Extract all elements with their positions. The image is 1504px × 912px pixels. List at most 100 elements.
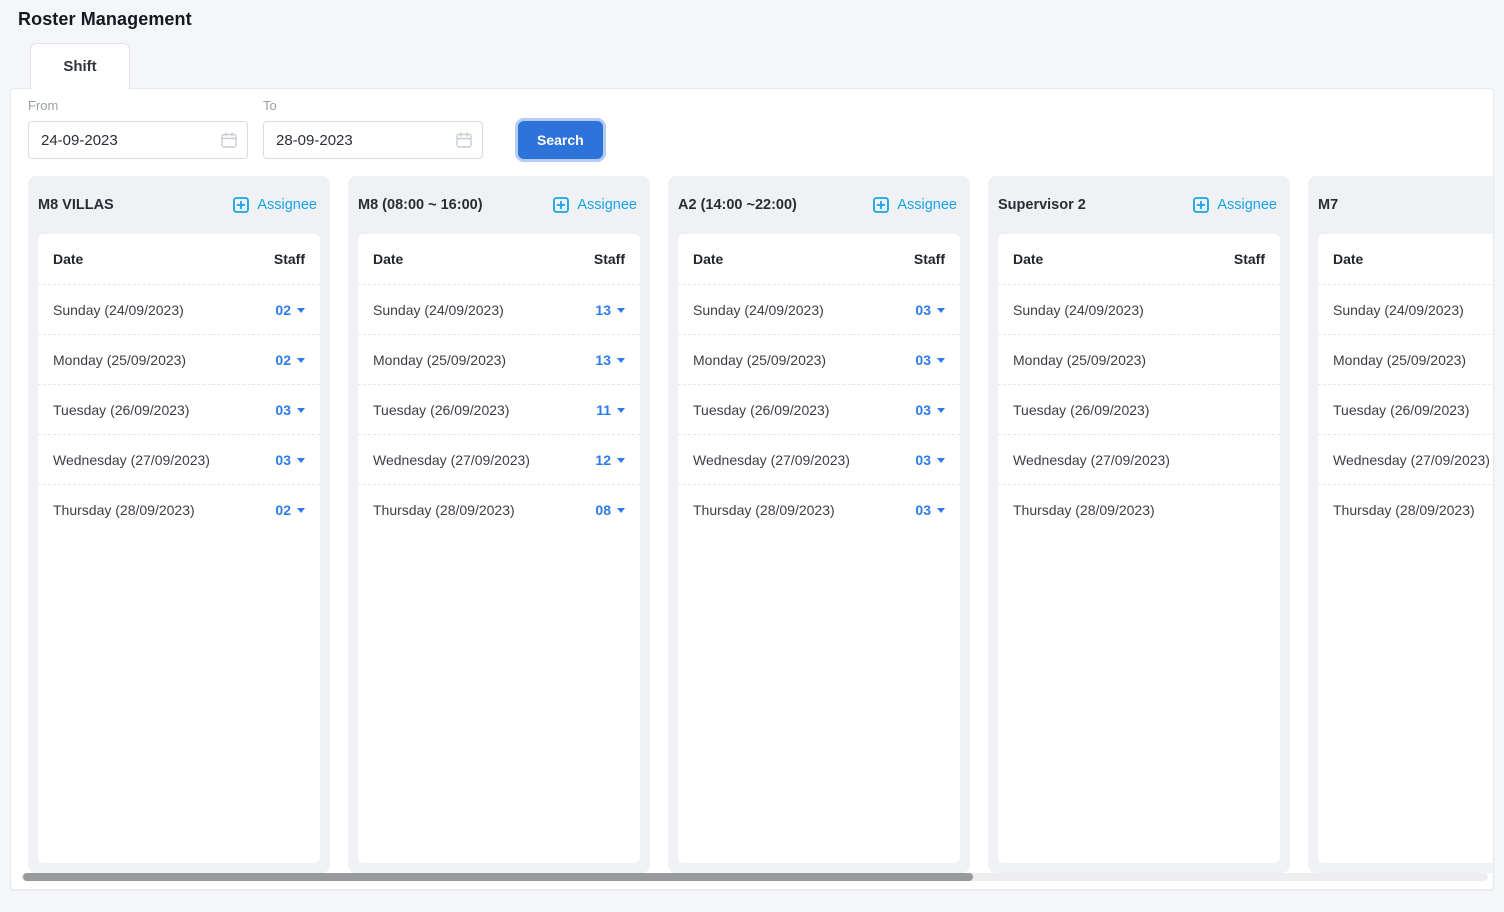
assignee-label: Assignee xyxy=(577,197,637,213)
shift-table-rows: Sunday (24/09/2023) Monday (25/09/2023) … xyxy=(998,284,1280,534)
assignee-link[interactable]: Assignee xyxy=(233,197,317,213)
staff-count-dropdown[interactable]: 03 xyxy=(275,452,305,468)
horizontal-scrollbar-thumb[interactable] xyxy=(23,873,973,881)
row-date: Thursday (28/09/2023) xyxy=(693,502,835,518)
chevron-down-icon xyxy=(617,358,625,363)
table-row: Monday (25/09/2023) xyxy=(998,334,1280,384)
staff-count: 02 xyxy=(275,502,291,518)
shift-title: Supervisor 2 xyxy=(998,197,1086,213)
chevron-down-icon xyxy=(937,458,945,463)
shift-table-rows: Sunday (24/09/2023) Monday (25/09/2023) … xyxy=(1318,284,1493,534)
row-date: Wednesday (27/09/2023) xyxy=(1333,452,1490,468)
chevron-down-icon xyxy=(937,508,945,513)
row-date: Sunday (24/09/2023) xyxy=(1333,302,1464,318)
staff-count: 13 xyxy=(595,352,611,368)
staff-count: 03 xyxy=(275,402,291,418)
staff-count-dropdown[interactable]: 02 xyxy=(275,352,305,368)
table-row: Monday (25/09/2023) 03 xyxy=(678,334,960,384)
shift-table-header: Date Staff xyxy=(358,234,640,284)
row-date: Tuesday (26/09/2023) xyxy=(1333,402,1469,418)
shift-table-rows: Sunday (24/09/2023) 03 Monday (25/09/202… xyxy=(678,284,960,534)
row-date: Wednesday (27/09/2023) xyxy=(53,452,210,468)
chevron-down-icon xyxy=(937,308,945,313)
table-row: Wednesday (27/09/2023) 03 xyxy=(38,434,320,484)
table-row: Wednesday (27/09/2023) xyxy=(1318,434,1493,484)
table-row: Tuesday (26/09/2023) xyxy=(1318,384,1493,434)
table-row: Monday (25/09/2023) 13 xyxy=(358,334,640,384)
row-date: Sunday (24/09/2023) xyxy=(373,302,504,318)
staff-column-header: Staff xyxy=(594,251,625,267)
staff-count: 03 xyxy=(915,502,931,518)
row-date: Monday (25/09/2023) xyxy=(373,352,506,368)
table-row: Tuesday (26/09/2023) 03 xyxy=(678,384,960,434)
from-date-group: From xyxy=(28,98,248,159)
shift-table-header: Date Staff xyxy=(1318,234,1493,284)
chevron-down-icon xyxy=(297,508,305,513)
staff-count: 03 xyxy=(915,402,931,418)
add-assignee-icon xyxy=(1193,197,1209,213)
staff-column-header: Staff xyxy=(274,251,305,267)
to-date-input[interactable] xyxy=(263,121,483,159)
row-date: Monday (25/09/2023) xyxy=(693,352,826,368)
staff-count-dropdown[interactable]: 03 xyxy=(915,402,945,418)
staff-count: 02 xyxy=(275,352,291,368)
shift-card: M7 Date Staff Sunday (24/09/2023) Monday… xyxy=(1308,176,1493,873)
chevron-down-icon xyxy=(297,458,305,463)
table-row: Tuesday (26/09/2023) xyxy=(998,384,1280,434)
staff-count-dropdown[interactable]: 03 xyxy=(915,302,945,318)
table-row: Monday (25/09/2023) xyxy=(1318,334,1493,384)
staff-count-dropdown[interactable]: 11 xyxy=(596,402,625,418)
table-row: Wednesday (27/09/2023) 12 xyxy=(358,434,640,484)
assignee-label: Assignee xyxy=(1217,197,1277,213)
staff-count-dropdown[interactable]: 03 xyxy=(915,452,945,468)
shift-table: Date Staff Sunday (24/09/2023) 13 Monday… xyxy=(358,234,640,863)
filter-bar: From To xyxy=(11,89,1493,159)
shift-title: M7 xyxy=(1318,197,1338,213)
row-date: Sunday (24/09/2023) xyxy=(1013,302,1144,318)
assignee-label: Assignee xyxy=(257,197,317,213)
shift-table: Date Staff Sunday (24/09/2023) 03 Monday… xyxy=(678,234,960,863)
chevron-down-icon xyxy=(617,508,625,513)
row-date: Sunday (24/09/2023) xyxy=(53,302,184,318)
assignee-link[interactable]: Assignee xyxy=(1193,197,1277,213)
tab-bar: Shift xyxy=(30,43,130,89)
staff-count: 03 xyxy=(915,452,931,468)
date-column-header: Date xyxy=(1333,251,1363,267)
staff-count-dropdown[interactable]: 13 xyxy=(595,302,625,318)
chevron-down-icon xyxy=(617,308,625,313)
assignee-label: Assignee xyxy=(897,197,957,213)
table-row: Thursday (28/09/2023) 03 xyxy=(678,484,960,534)
row-date: Tuesday (26/09/2023) xyxy=(373,402,509,418)
shift-card: A2 (14:00 ~22:00) Assignee Date Staff Su… xyxy=(668,176,970,873)
chevron-down-icon xyxy=(297,358,305,363)
assignee-link[interactable]: Assignee xyxy=(553,197,637,213)
add-assignee-icon xyxy=(233,197,249,213)
table-row: Tuesday (26/09/2023) 03 xyxy=(38,384,320,434)
staff-count-dropdown[interactable]: 13 xyxy=(595,352,625,368)
tab-shift-label: Shift xyxy=(63,58,96,75)
shift-table: Date Staff Sunday (24/09/2023) Monday (2… xyxy=(1318,234,1493,863)
search-button[interactable]: Search xyxy=(518,121,603,159)
shift-title: A2 (14:00 ~22:00) xyxy=(678,197,797,213)
horizontal-scrollbar-track[interactable] xyxy=(21,873,1488,881)
assignee-link[interactable]: Assignee xyxy=(873,197,957,213)
row-date: Thursday (28/09/2023) xyxy=(373,502,515,518)
chevron-down-icon xyxy=(937,358,945,363)
table-row: Sunday (24/09/2023) 03 xyxy=(678,284,960,334)
tab-shift[interactable]: Shift xyxy=(30,43,130,89)
shift-table: Date Staff Sunday (24/09/2023) 02 Monday… xyxy=(38,234,320,863)
staff-count-dropdown[interactable]: 12 xyxy=(595,452,625,468)
to-label: To xyxy=(263,98,483,113)
staff-count-dropdown[interactable]: 03 xyxy=(915,502,945,518)
staff-count-dropdown[interactable]: 02 xyxy=(275,502,305,518)
table-row: Sunday (24/09/2023) xyxy=(1318,284,1493,334)
staff-count-dropdown[interactable]: 02 xyxy=(275,302,305,318)
shift-table-header: Date Staff xyxy=(998,234,1280,284)
staff-count-dropdown[interactable]: 08 xyxy=(595,502,625,518)
from-date-input[interactable] xyxy=(28,121,248,159)
staff-count-dropdown[interactable]: 03 xyxy=(275,402,305,418)
staff-count-dropdown[interactable]: 03 xyxy=(915,352,945,368)
chevron-down-icon xyxy=(297,408,305,413)
table-row: Sunday (24/09/2023) 13 xyxy=(358,284,640,334)
row-date: Thursday (28/09/2023) xyxy=(1013,502,1155,518)
